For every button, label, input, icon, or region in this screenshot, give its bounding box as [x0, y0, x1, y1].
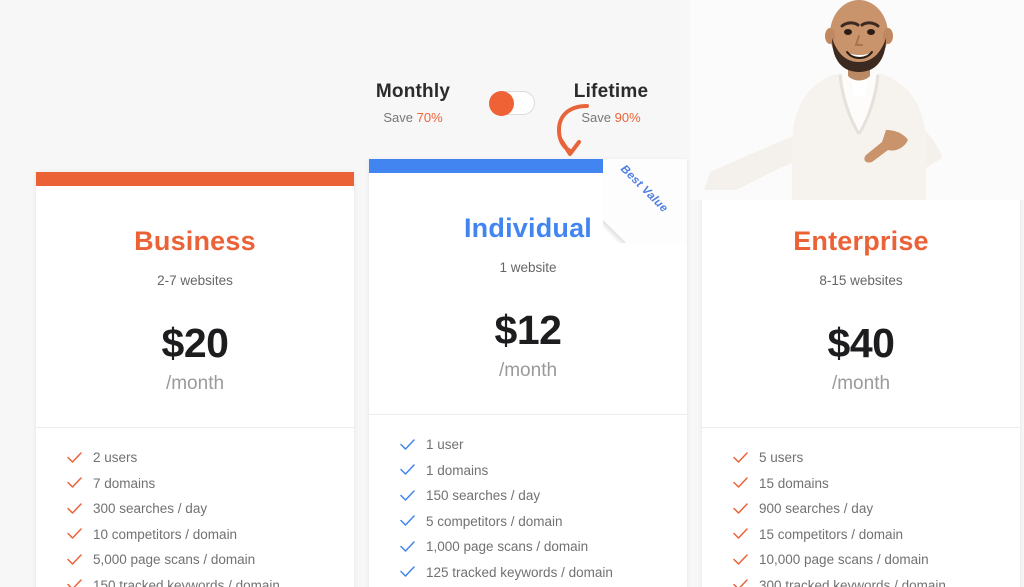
plan-period: /month	[831, 373, 891, 394]
check-icon	[733, 451, 748, 463]
feature-item: 15 competitors / domain	[733, 526, 1020, 543]
check-icon	[400, 489, 415, 501]
feature-item: 10,000 page scans / domain	[733, 551, 1020, 568]
feature-label: 150 tracked keywords / domain	[93, 577, 280, 587]
feature-label: 300 tracked keywords / domain	[759, 577, 946, 587]
check-icon	[733, 502, 748, 514]
monthly-save-prefix: Save	[383, 110, 417, 125]
ribbon-fold	[603, 159, 687, 243]
toggle-knob	[489, 91, 514, 116]
pricing-card-enterprise[interactable]: Enterprise 8-15 websites $40 /month 5 us…	[702, 172, 1020, 587]
feature-label: 7 domains	[93, 475, 156, 491]
feature-label: 10,000 page scans / domain	[759, 552, 929, 567]
plan-price: $20	[161, 320, 229, 366]
plan-period: /month	[498, 360, 558, 381]
card-header: Enterprise 8-15 websites $40 /month	[702, 186, 1020, 395]
feature-item: 7 domains	[67, 475, 354, 492]
feature-label: 15 domains	[759, 475, 829, 491]
plan-price: $40	[827, 320, 895, 366]
check-icon	[400, 566, 415, 577]
check-icon	[400, 540, 415, 552]
feature-item: 125 tracked keywords / domain	[400, 564, 687, 581]
billing-option-monthly[interactable]: Monthly Save 70%	[359, 78, 467, 126]
feature-item: 5,000 page scans / domain	[67, 551, 354, 568]
check-icon	[400, 515, 415, 526]
check-icon	[400, 464, 415, 475]
feature-item: 5 competitors / domain	[400, 513, 687, 530]
feature-item: 150 searches / day	[400, 487, 687, 504]
feature-item: 150 tracked keywords / domain	[67, 577, 354, 587]
feature-label: 1,000 page scans / domain	[426, 539, 589, 554]
feature-list: 2 users 7 domains 300 searches / day 10 …	[36, 428, 354, 587]
check-icon	[67, 451, 82, 463]
check-icon	[67, 579, 82, 587]
card-accent-bar	[702, 172, 1020, 186]
feature-item: 1,000 page scans / domain	[400, 538, 687, 555]
plan-period: /month	[165, 373, 225, 394]
check-icon	[67, 502, 82, 514]
check-icon	[67, 553, 82, 565]
pricing-card-individual[interactable]: Best Value Individual 1 website $12 /mon…	[369, 159, 687, 587]
feature-label: 5 users	[759, 450, 804, 465]
pricing-card-business[interactable]: Business 2-7 websites $20 /month 2 users…	[36, 172, 354, 587]
feature-item: 5 users	[733, 449, 1020, 466]
feature-item: 2 users	[67, 449, 354, 466]
feature-label: 150 searches / day	[426, 488, 541, 503]
feature-list: 1 user 1 domains 150 searches / day 5 co…	[369, 415, 687, 587]
feature-item: 900 searches / day	[733, 500, 1020, 517]
check-icon	[733, 477, 748, 488]
feature-label: 5 competitors / domain	[426, 513, 563, 529]
check-icon	[400, 438, 415, 450]
feature-item: 300 searches / day	[67, 500, 354, 517]
billing-period-toggle-group: Monthly Save 70% Lifetime Save 90%	[0, 78, 1024, 126]
feature-item: 1 domains	[400, 462, 687, 479]
plan-subtitle: 8-15 websites	[819, 273, 903, 288]
plan-name: Enterprise	[793, 226, 929, 256]
feature-item: 10 competitors / domain	[67, 526, 354, 543]
monthly-save-text: Save 70%	[359, 110, 467, 126]
feature-item: 15 domains	[733, 475, 1020, 492]
check-icon	[67, 477, 82, 488]
card-header: Business 2-7 websites $20 /month	[36, 186, 354, 395]
check-icon	[67, 528, 82, 539]
plan-name: Business	[134, 226, 256, 256]
lifetime-save-value: 90%	[614, 110, 641, 125]
lifetime-label: Lifetime	[573, 81, 649, 102]
feature-label: 5,000 page scans / domain	[93, 552, 256, 567]
feature-item: 1 user	[400, 436, 687, 453]
best-value-ribbon: Best Value	[603, 159, 687, 243]
feature-label: 1 domains	[426, 462, 489, 478]
card-accent-bar	[36, 172, 354, 186]
check-icon	[733, 579, 748, 587]
feature-item: 300 tracked keywords / domain	[733, 577, 1020, 587]
monthly-label: Monthly	[375, 81, 451, 102]
plan-price: $12	[494, 307, 562, 353]
curved-arrow-icon	[556, 104, 589, 156]
feature-label: 1 user	[426, 437, 464, 452]
plan-subtitle: 2-7 websites	[157, 273, 233, 288]
feature-label: 15 competitors / domain	[759, 526, 904, 542]
feature-label: 10 competitors / domain	[93, 526, 238, 542]
feature-label: 2 users	[93, 450, 138, 465]
feature-label: 900 searches / day	[759, 501, 874, 516]
check-icon	[733, 528, 748, 539]
monthly-save-value: 70%	[416, 110, 443, 125]
feature-label: 125 tracked keywords / domain	[426, 564, 613, 580]
plan-subtitle: 1 website	[499, 260, 557, 275]
check-icon	[733, 553, 748, 565]
feature-label: 300 searches / day	[93, 501, 208, 516]
feature-list: 5 users 15 domains 900 searches / day 15…	[702, 428, 1020, 587]
billing-toggle-switch[interactable]	[489, 91, 535, 116]
